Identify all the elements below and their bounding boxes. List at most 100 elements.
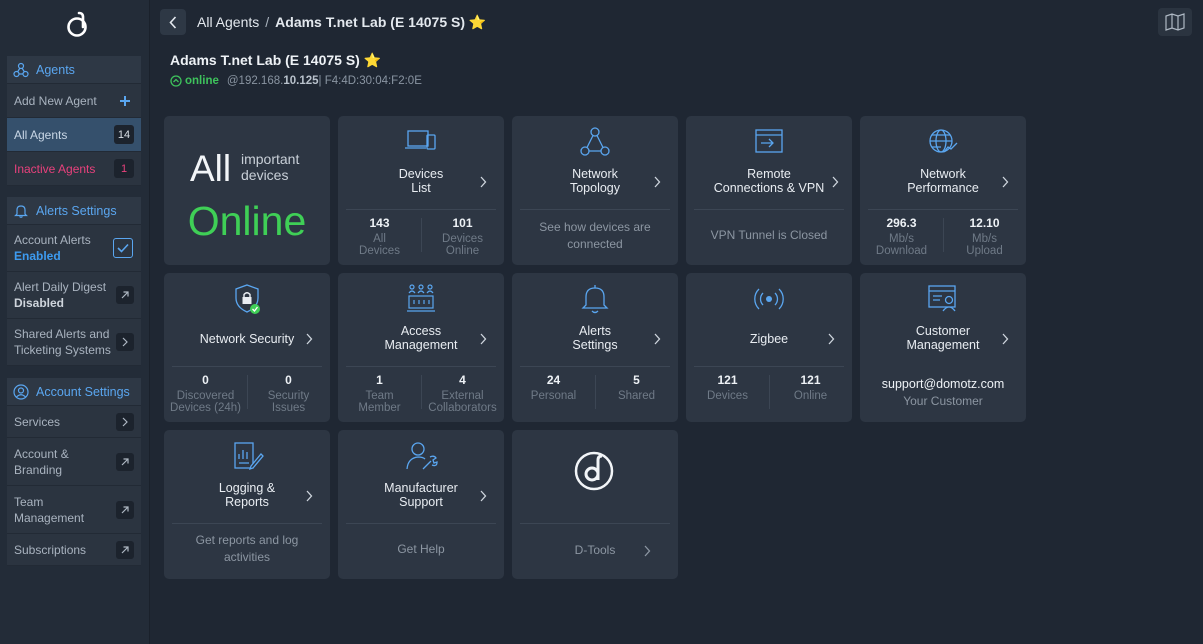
sidebar-item-account-alerts[interactable]: Account Alerts Enabled — [7, 225, 141, 272]
access-management-card[interactable]: Access Management 1 Team Member 4 External Co… — [338, 273, 504, 422]
chevron-right-icon[interactable] — [116, 412, 134, 431]
stat-label-2: Online — [445, 245, 480, 257]
sidebar-item-alert-digest[interactable]: Alert Daily Digest Disabled — [7, 272, 141, 319]
stat-value: 121 — [717, 373, 738, 387]
sidebar-item-team-management[interactable]: Team Management — [7, 486, 141, 534]
stat-label-2: Member — [358, 402, 401, 414]
stat-value: 12.10 — [969, 216, 1000, 230]
manufacturer-label-2: Support — [399, 494, 443, 509]
remote-connections-card[interactable]: Remote Connections & VPN VPN Tunnel is Cl… — [686, 116, 852, 265]
stat-discovered-devices: 0 Discovered Devices (24h) — [164, 373, 247, 417]
breadcrumb-current: Adams T.net Lab (E 14075 S) ⭐ — [275, 14, 487, 30]
chevron-right-icon[interactable] — [116, 333, 134, 351]
breadcrumb-separator: / — [265, 14, 270, 30]
customer-note: Your Customer — [903, 394, 983, 408]
sidebar-item-all-agents[interactable]: All Agents 14 — [7, 118, 141, 152]
shared-alerts-label-2: Ticketing Systems — [14, 343, 111, 357]
inactive-agents-label: Inactive Agents — [14, 161, 96, 176]
summary-all: All — [190, 148, 232, 189]
plus-icon[interactable] — [116, 92, 134, 110]
stat-devices-online: 101 Devices Online — [421, 216, 504, 260]
alerts-header-label: Alerts Settings — [36, 203, 117, 218]
account-alerts-state: Enabled — [14, 249, 61, 263]
logging-reports-card[interactable]: Logging & Reports Get reports and log acti… — [164, 430, 330, 579]
sidebar-item-inactive-agents[interactable]: Inactive Agents 1 — [7, 152, 141, 186]
network-topology-card[interactable]: Network Topology See how devices are conne… — [512, 116, 678, 265]
sidebar-item-subscriptions[interactable]: Subscriptions — [7, 534, 141, 566]
customer-email[interactable]: support@domotz.com — [870, 376, 1016, 393]
chevron-right-icon — [480, 490, 487, 502]
stat-all-devices: 143 All Devices — [338, 216, 421, 260]
access-management-icon — [407, 284, 435, 312]
online-status-icon — [170, 75, 182, 87]
stat-label-2: Issues — [271, 402, 306, 414]
chevron-right-icon — [1002, 333, 1009, 345]
stat-label-1: Online — [793, 390, 828, 402]
stat-zigbee-devices: 121 Devices — [686, 373, 769, 417]
alerts-settings-header[interactable]: Alerts Settings — [7, 197, 141, 225]
report-icon — [234, 442, 264, 471]
team-mgmt-label-1: Team — [14, 494, 44, 509]
access-label-1: Access — [400, 324, 442, 338]
account-icon — [13, 383, 29, 400]
sidebar-item-account-branding[interactable]: Account & Branding — [7, 438, 141, 486]
customer-management-card[interactable]: Customer Management support@domotz.com Yo… — [860, 273, 1026, 422]
agent-title: Adams T.net Lab (E 14075 S) ⭐ — [170, 52, 382, 68]
chevron-right-icon — [306, 490, 313, 502]
stat-label-1: All — [373, 233, 386, 245]
chevron-right-icon — [832, 176, 839, 188]
devices-list-card[interactable]: Devices List 143 All Devices 101 Devices Onli… — [338, 116, 504, 265]
manufacturer-note[interactable]: Get Help — [348, 541, 494, 558]
topology-note-1: See how devices are — [539, 220, 651, 234]
chevron-right-icon — [654, 176, 661, 188]
alerts-settings-card[interactable]: Alerts Settings 24 Personal 5 Shared — [512, 273, 678, 422]
back-button[interactable] — [160, 9, 186, 35]
stat-team-member: 1 Team Member — [338, 373, 421, 417]
chevron-right-icon — [480, 333, 487, 345]
account-alerts-checkbox[interactable] — [113, 238, 133, 258]
d-tools-logo — [574, 451, 614, 491]
security-label: Network Security — [199, 332, 295, 346]
chevron-right-icon — [828, 333, 835, 345]
agent-ip-prefix: @192.168. — [226, 75, 284, 87]
external-link-icon[interactable] — [116, 500, 134, 519]
chevron-right-icon — [654, 333, 661, 345]
all-agents-label: All Agents — [14, 127, 68, 142]
zigbee-card[interactable]: Zigbee 121 Devices 121 Online — [686, 273, 852, 422]
remote-label-2: Connections & VPN — [713, 180, 825, 195]
stat-shared-alerts: 5 Shared — [595, 373, 678, 417]
summary-online: Online — [187, 198, 307, 244]
alert-digest-label: Alert Daily Digest — [14, 280, 107, 294]
logging-label-1: Logging & — [218, 481, 276, 495]
team-mgmt-label-2: Management — [14, 510, 85, 525]
d-tools-link[interactable]: D-Tools — [575, 543, 616, 557]
book-icon — [1165, 13, 1185, 31]
network-performance-card[interactable]: Network Performance 296.3 Mb/s Download 12.… — [860, 116, 1026, 265]
external-link-icon[interactable] — [116, 540, 134, 559]
divider — [520, 366, 670, 367]
add-agent-label: Add New Agent — [14, 93, 97, 108]
external-link-icon[interactable] — [116, 286, 134, 304]
performance-label-2: Performance — [907, 180, 979, 195]
agents-header[interactable]: Agents — [7, 56, 141, 84]
external-link-icon[interactable] — [116, 452, 134, 471]
stat-label-2: Devices — [359, 245, 400, 257]
network-security-card[interactable]: Network Security 0 Discovered Devices (24h… — [164, 273, 330, 422]
account-settings-header[interactable]: Account Settings — [7, 378, 141, 406]
summary-important-2: devices — [241, 167, 289, 183]
topology-label-1: Network — [572, 167, 618, 181]
guide-button[interactable] — [1158, 8, 1192, 36]
sidebar-item-shared-alerts[interactable]: Shared Alerts and Ticketing Systems — [7, 319, 141, 366]
customer-management-icon — [928, 285, 956, 312]
topology-note-2: connected — [567, 237, 623, 251]
d-tools-card[interactable]: D-Tools — [512, 430, 678, 579]
zigbee-signal-icon — [754, 288, 784, 310]
globe-performance-icon — [929, 129, 958, 153]
domotz-logo[interactable] — [62, 10, 92, 40]
sidebar: Agents Add New Agent All Agents 14 Inact… — [0, 0, 150, 644]
sidebar-item-add-agent[interactable]: Add New Agent — [7, 84, 141, 118]
chevron-right-icon — [480, 176, 487, 188]
manufacturer-support-card[interactable]: Manufacturer Support Get Help — [338, 430, 504, 579]
breadcrumb-root[interactable]: All Agents — [197, 14, 259, 30]
sidebar-item-services[interactable]: Services — [7, 406, 141, 438]
